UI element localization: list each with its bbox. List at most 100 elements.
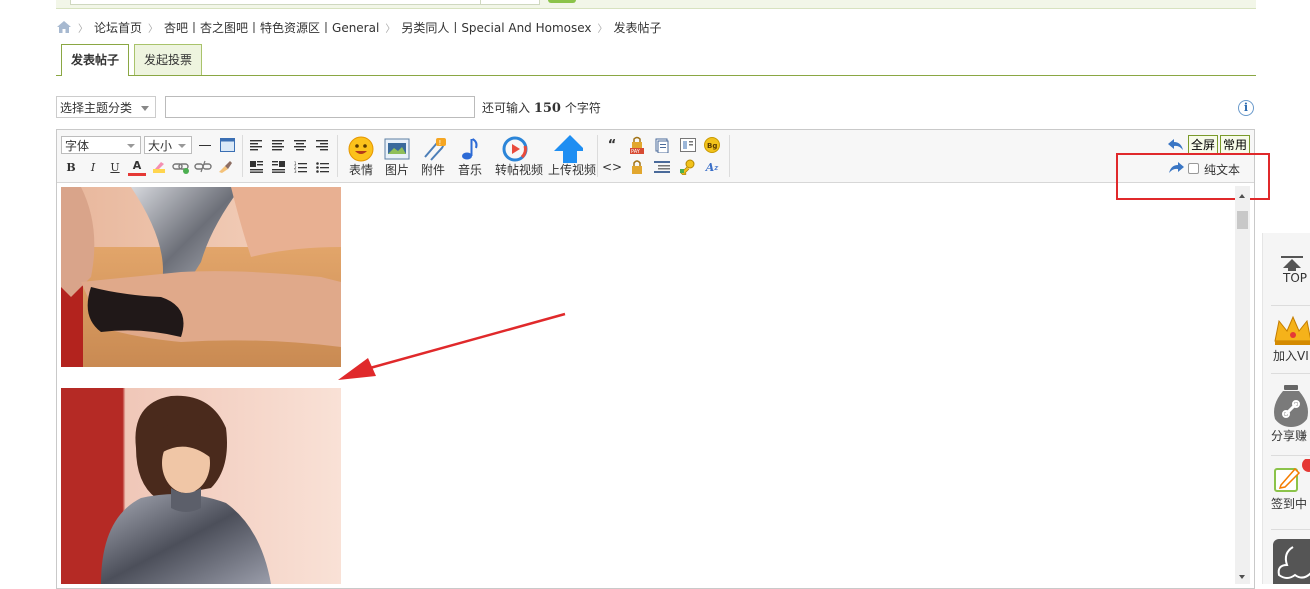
back-to-top-label: TOP [1283,271,1308,285]
join-vip-label: 加入VI [1273,349,1309,363]
pay-to-view-icon[interactable]: PAY [628,136,646,154]
link-icon[interactable] [172,158,190,176]
share-earn-label: 分享赚 [1271,429,1308,443]
content-image-1[interactable] [61,187,341,367]
attachment-label: 附件 [420,163,445,177]
svg-text:!: ! [439,139,442,147]
side-panel: TOP 加入VI 分享赚 签到中 [1262,233,1310,584]
font-size-value: 大小 [148,139,173,153]
source-code-icon[interactable]: <> [602,158,622,176]
music-button[interactable]: 音乐 [450,134,490,180]
content-image-2[interactable] [61,388,341,584]
font-family-select[interactable]: 字体 [61,136,141,154]
breadcrumb-separator: 〉 [78,23,88,35]
side-divider [1271,455,1310,456]
svg-text:PAY: PAY [631,149,641,154]
float-right-icon[interactable] [269,158,287,176]
topic-category-value: 选择主题分类 [60,101,133,115]
layout-icon[interactable] [679,136,697,154]
share-earn-button[interactable]: 分享赚 [1271,385,1310,444]
italic-button[interactable]: I [84,158,102,176]
tab-new-poll[interactable]: 发起投票 [134,44,203,75]
char-counter: 还可输入 150 个字符 [482,99,601,116]
scroll-down-icon[interactable] [1239,575,1245,579]
chevron-down-icon [127,144,135,148]
annotation-arrow [338,312,566,380]
back-to-top-button[interactable]: TOP [1273,255,1310,285]
breadcrumb-forum-home[interactable]: 论坛首页 [94,19,142,36]
align-center-icon[interactable] [291,136,309,154]
attachment-button[interactable]: ! 附件 [413,134,453,180]
highlight-icon[interactable] [150,158,168,176]
image-label: 图片 [384,163,409,177]
align-justify-icon[interactable] [269,136,287,154]
align-right-icon[interactable] [313,136,331,154]
search-button[interactable] [548,0,576,3]
unlink-icon[interactable] [194,158,212,176]
quote-icon[interactable]: “ [603,136,621,154]
align-left-icon[interactable] [247,136,265,154]
breadcrumb-separator: 〉 [148,23,159,35]
unordered-list-icon[interactable] [313,158,331,176]
common-mode-button[interactable]: 常用 [1220,135,1251,155]
app-logo[interactable] [1273,539,1310,584]
fullscreen-button[interactable]: 全屏 [1188,135,1219,155]
toolbar-divider [242,157,243,177]
paperclip-icon: ! [418,136,448,162]
check-in-label: 签到中 [1271,497,1308,511]
free-content-icon[interactable] [653,158,671,176]
join-vip-button[interactable]: 加入VI [1273,313,1310,364]
lock-icon[interactable] [628,158,646,176]
side-divider [1271,529,1310,530]
text-color-button[interactable]: A [128,158,146,176]
emoticon-button[interactable]: 表情 [341,134,381,180]
search-input[interactable] [70,0,482,5]
music-label: 音乐 [457,163,482,177]
subject-input[interactable] [165,96,475,118]
font-size-select[interactable]: 大小 [144,136,192,154]
repost-video-button[interactable]: 转帖视频 [495,134,543,180]
search-type-select[interactable] [480,0,540,5]
char-counter-suffix: 个字符 [564,101,601,115]
clear-format-icon[interactable] [216,158,234,176]
top-search-strip [56,0,1256,9]
float-left-icon[interactable] [247,158,265,176]
bold-button[interactable]: B [62,158,80,176]
scroll-thumb[interactable] [1237,211,1248,229]
undo-icon[interactable] [1167,136,1185,154]
home-icon[interactable] [56,20,72,34]
editor-scrollbar[interactable] [1235,186,1250,584]
upload-video-button[interactable]: 上传视频 [548,134,596,180]
smiley-icon [346,136,376,162]
topic-category-select[interactable]: 选择主题分类 [56,96,156,118]
subscript-icon[interactable]: Az [703,158,721,176]
svg-text:3: 3 [294,169,297,173]
svg-text:Bg: Bg [707,142,717,150]
ordered-list-icon[interactable]: 123 [291,158,309,176]
chevron-down-icon [141,106,149,111]
underline-button[interactable]: U [106,158,124,176]
side-divider [1271,373,1310,374]
toolbar-divider [597,135,598,177]
video-play-icon [500,136,530,162]
emoticon-label: 表情 [348,163,373,177]
info-icon[interactable]: i [1238,100,1254,116]
image-button[interactable]: 图片 [377,134,417,180]
code-block-icon[interactable] [653,136,671,154]
table-icon[interactable] [218,136,236,154]
breadcrumb-board[interactable]: 另类同人丨Special And Homosex [401,19,591,36]
char-counter-prefix: 还可输入 [482,101,531,115]
scroll-up-icon[interactable] [1239,194,1245,198]
breadcrumb-section[interactable]: 杏吧丨杏之图吧丨特色资源区丨General [164,19,379,36]
check-in-center-button[interactable]: 签到中 [1271,459,1310,512]
font-family-value: 字体 [65,139,90,153]
breadcrumb-separator: 〉 [385,23,396,35]
horizontal-rule-icon[interactable] [196,136,214,154]
background-icon[interactable]: Bg [703,136,721,154]
breadcrumb: 〉 论坛首页 〉 杏吧丨杏之图吧丨特色资源区丨General 〉 另类同人丨Sp… [56,18,662,36]
tab-new-post[interactable]: 发表帖子 [61,44,130,76]
arrow-up-icon [1281,256,1303,271]
breadcrumb-current: 发表帖子 [613,20,662,35]
upload-arrow-icon [553,135,583,163]
key-icon[interactable] [679,158,697,176]
